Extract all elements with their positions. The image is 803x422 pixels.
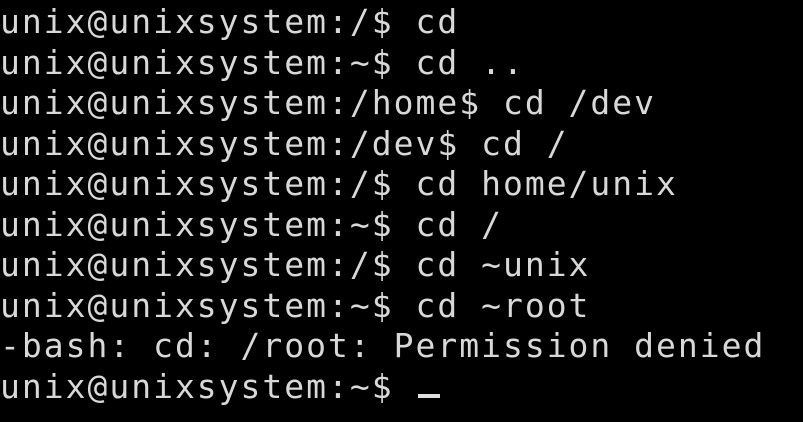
- terminal-line: unix@unixsystem:~$ cd ~root: [0, 285, 591, 325]
- terminal-line: unix@unixsystem:/$ cd home/unix: [0, 164, 678, 203]
- text-cursor: [417, 393, 440, 398]
- terminal-line: unix@unixsystem:/$ cd ~unix: [0, 245, 591, 284]
- terminal-window[interactable]: unix@unixsystem:/$ cd unix@unixsystem:~$…: [0, 2, 803, 422]
- terminal-line: unix@unixsystem:/home$ cd /dev: [0, 83, 657, 122]
- terminal-prompt: unix@unixsystem:~$: [0, 366, 416, 406]
- terminal-error-line: -bash: cd: /root: Permission denied: [0, 326, 766, 365]
- terminal-prompt-line[interactable]: unix@unixsystem:~$: [0, 367, 803, 408]
- terminal-line: unix@unixsystem:~$ cd ..: [0, 42, 525, 82]
- terminal-line: unix@unixsystem:/dev$ cd /: [0, 123, 569, 163]
- terminal-line: unix@unixsystem:/$ cd: [0, 2, 460, 41]
- terminal-line: unix@unixsystem:~$ cd /: [0, 204, 503, 244]
